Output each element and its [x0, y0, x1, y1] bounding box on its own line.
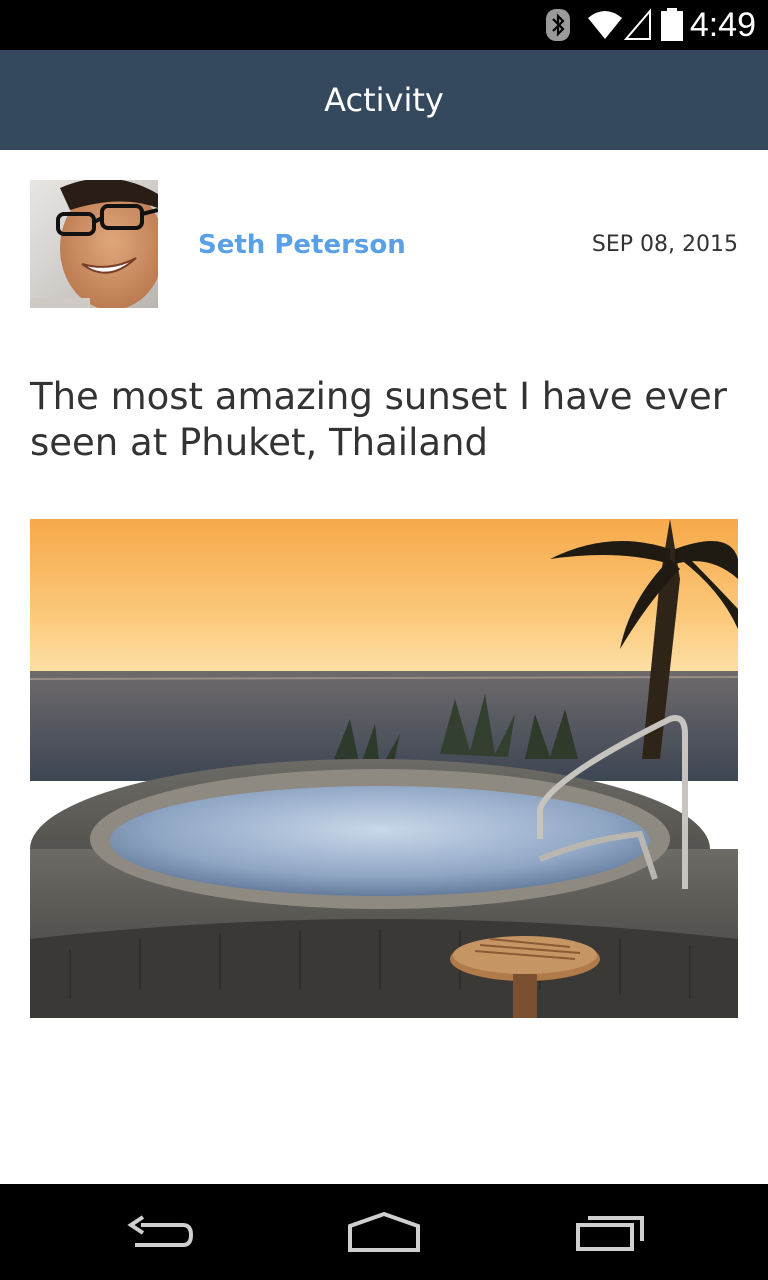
page-title: Activity — [324, 81, 444, 119]
post-photo[interactable] — [30, 519, 738, 1018]
home-icon — [348, 1212, 420, 1252]
status-bar: 4:49 — [0, 0, 768, 50]
sunset-pool-image — [30, 519, 738, 1018]
action-bar: Activity — [0, 50, 768, 150]
wifi-signal-icon — [588, 8, 651, 40]
recents-icon — [576, 1216, 644, 1251]
back-icon — [127, 1215, 194, 1247]
recents-button[interactable] — [555, 1198, 665, 1268]
status-time: 4:49 — [689, 6, 756, 44]
navigation-bar — [0, 1184, 768, 1280]
avatar[interactable] — [30, 180, 158, 308]
home-button[interactable] — [329, 1198, 439, 1268]
back-button[interactable] — [105, 1198, 215, 1268]
post-caption: The most amazing sunset I have ever seen… — [30, 375, 727, 464]
bluetooth-icon — [546, 9, 570, 41]
post-date: SEP 08, 2015 — [591, 232, 738, 257]
battery-icon — [661, 8, 683, 41]
author-name-link[interactable]: Seth Peterson — [198, 226, 406, 264]
avatar-image — [30, 180, 158, 308]
